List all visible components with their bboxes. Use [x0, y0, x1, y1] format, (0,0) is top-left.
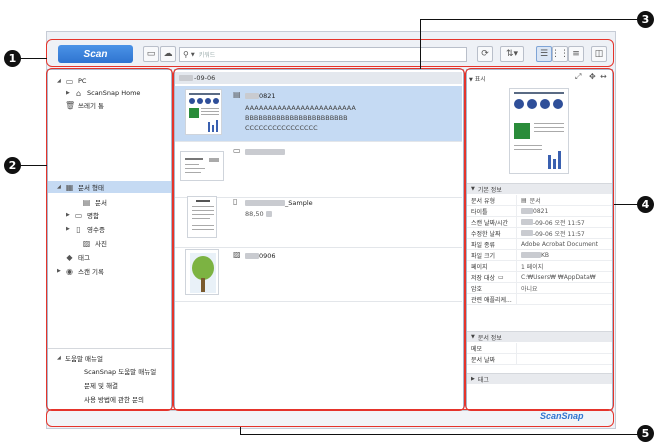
callout-line-2 [20, 165, 47, 166]
callout-number: 4 [637, 196, 654, 213]
callout-number: 5 [637, 425, 654, 442]
callout-line-1 [20, 58, 47, 59]
callout-number: 3 [637, 11, 654, 28]
callout-line-3b [420, 19, 421, 69]
callout-line-4 [614, 204, 639, 205]
callout-box-status [46, 409, 614, 427]
callout-line-5b [240, 434, 638, 435]
callout-line-5a [240, 427, 241, 434]
callout-number: 1 [4, 50, 21, 67]
callout-box-list [173, 68, 465, 411]
callout-box-navigation [46, 68, 173, 411]
callout-number: 2 [4, 157, 21, 174]
callout-line-3a [420, 19, 637, 20]
callout-box-detail [465, 68, 614, 411]
callout-box-toolbar [46, 39, 614, 67]
